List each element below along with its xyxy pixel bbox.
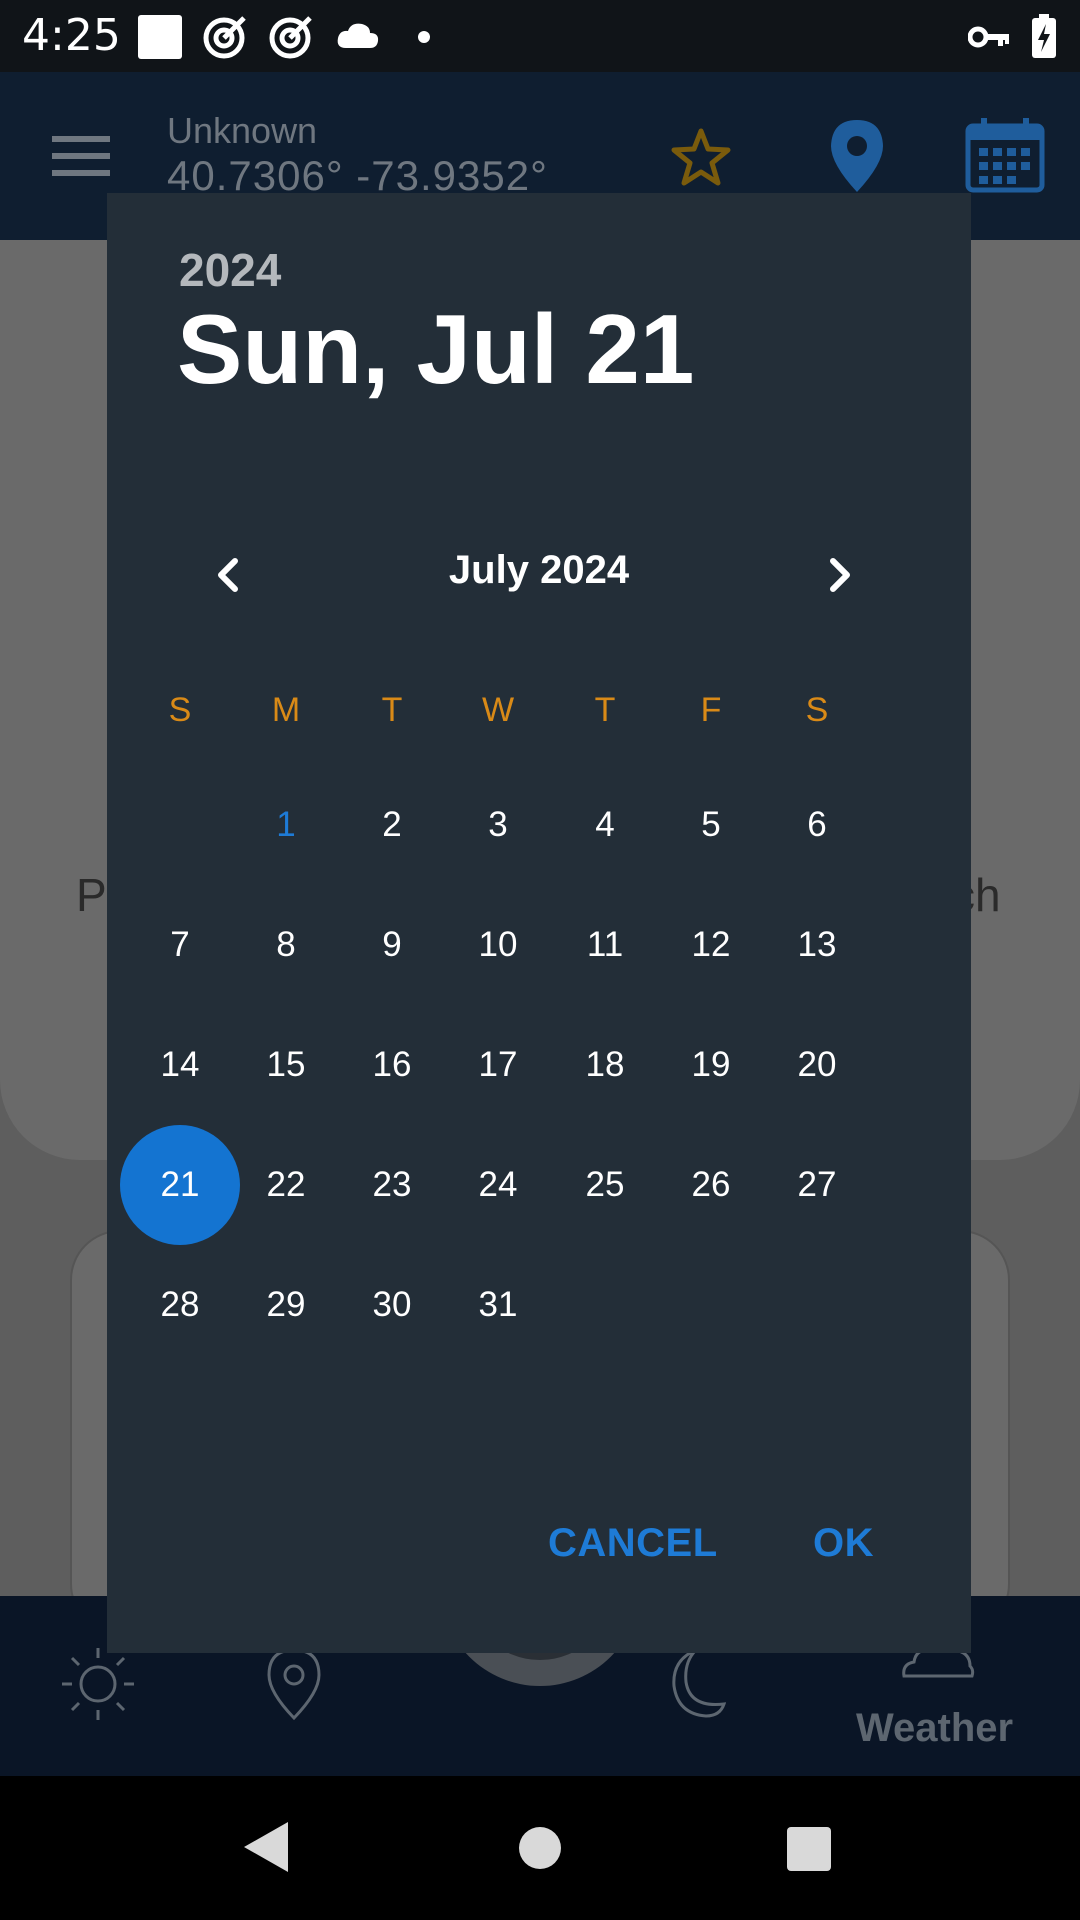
calendar-day[interactable]: 3 bbox=[445, 772, 551, 878]
weekday-label: T bbox=[594, 691, 616, 729]
home-icon[interactable] bbox=[518, 1826, 562, 1875]
moon-icon[interactable] bbox=[660, 1646, 727, 1727]
location-pin-icon[interactable] bbox=[828, 118, 886, 199]
sun-icon[interactable] bbox=[60, 1646, 136, 1727]
weekday-label: M bbox=[271, 691, 301, 729]
next-month-button[interactable] bbox=[807, 543, 871, 607]
cloud-icon bbox=[336, 20, 380, 55]
calendar-day[interactable]: 24 bbox=[445, 1132, 551, 1238]
calendar-day[interactable]: 1 bbox=[233, 772, 339, 878]
system-navigation-bar bbox=[0, 1776, 1080, 1920]
recents-icon[interactable] bbox=[786, 1826, 832, 1877]
target-icon bbox=[268, 12, 316, 65]
calendar-day[interactable]: 25 bbox=[552, 1132, 658, 1238]
nav-weather-label[interactable]: Weather bbox=[856, 1706, 1013, 1751]
calendar-day[interactable]: 18 bbox=[552, 1012, 658, 1118]
calendar-day[interactable]: 20 bbox=[764, 1012, 870, 1118]
weekday-label: W bbox=[481, 691, 515, 729]
calendar-day[interactable]: 26 bbox=[658, 1132, 764, 1238]
calendar-day[interactable]: 15 bbox=[233, 1012, 339, 1118]
battery-charging-icon bbox=[1031, 14, 1057, 63]
location-name: Unknown bbox=[167, 110, 318, 151]
calendar-day[interactable]: 9 bbox=[339, 892, 445, 998]
calendar-day[interactable]: 6 bbox=[764, 772, 870, 878]
calendar-day[interactable]: 7 bbox=[127, 892, 233, 998]
calendar-day[interactable]: 19 bbox=[658, 1012, 764, 1118]
status-time: 4:25 bbox=[22, 10, 121, 61]
ok-button[interactable]: OK bbox=[813, 1521, 874, 1566]
key-icon bbox=[967, 24, 1010, 55]
calendar-day[interactable]: 11 bbox=[552, 892, 658, 998]
star-icon[interactable] bbox=[670, 127, 732, 192]
calendar-day[interactable]: 16 bbox=[339, 1012, 445, 1118]
calendar-day[interactable]: 17 bbox=[445, 1012, 551, 1118]
menu-icon[interactable] bbox=[52, 134, 112, 183]
calendar-day[interactable]: 13 bbox=[764, 892, 870, 998]
selected-year[interactable]: 2024 bbox=[179, 243, 281, 297]
dot-icon bbox=[418, 30, 430, 48]
calendar-day[interactable]: 5 bbox=[658, 772, 764, 878]
calendar-day[interactable]: 27 bbox=[764, 1132, 870, 1238]
weekday-label: S bbox=[805, 691, 829, 729]
calendar-day[interactable]: 10 bbox=[445, 892, 551, 998]
calendar-day[interactable]: 30 bbox=[339, 1252, 445, 1358]
calendar-day[interactable]: 4 bbox=[552, 772, 658, 878]
calendar-day[interactable]: 2 bbox=[339, 772, 445, 878]
map-pin-icon[interactable] bbox=[266, 1648, 322, 1725]
target-icon bbox=[202, 12, 250, 65]
status-bar: 4:25 bbox=[0, 0, 1080, 72]
back-icon[interactable] bbox=[240, 1820, 290, 1879]
weekday-label: S bbox=[168, 691, 192, 729]
selected-date-heading[interactable]: Sun, Jul 21 bbox=[177, 293, 694, 406]
calendar-day[interactable]: 23 bbox=[339, 1132, 445, 1238]
calendar-day[interactable]: 29 bbox=[233, 1252, 339, 1358]
calendar-day[interactable]: 22 bbox=[233, 1132, 339, 1238]
date-picker-dialog: 2024 Sun, Jul 21 July 2024 SMTWTFS 12345… bbox=[107, 193, 971, 1653]
weekday-label: F bbox=[700, 691, 722, 729]
calendar-icon[interactable] bbox=[965, 116, 1045, 199]
calendar-day[interactable]: 12 bbox=[658, 892, 764, 998]
calendar-day[interactable]: 14 bbox=[127, 1012, 233, 1118]
square-icon bbox=[137, 14, 183, 65]
calendar-day-selected[interactable]: 21 bbox=[127, 1132, 233, 1238]
cancel-button[interactable]: CANCEL bbox=[548, 1521, 718, 1566]
background-text-left: P bbox=[76, 869, 107, 921]
calendar-day[interactable]: 31 bbox=[445, 1252, 551, 1358]
calendar-day[interactable]: 28 bbox=[127, 1252, 233, 1358]
weekday-label: T bbox=[381, 691, 403, 729]
calendar-day[interactable]: 8 bbox=[233, 892, 339, 998]
